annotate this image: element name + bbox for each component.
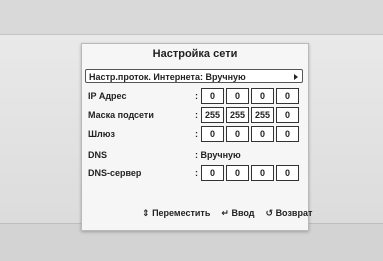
colon: : [195, 168, 198, 178]
colon: : [195, 129, 198, 139]
enter-hint: Ввод [231, 208, 255, 218]
dns-octet-4[interactable]: 0 [276, 165, 299, 181]
dialog-title: Настройка сети [152, 48, 238, 60]
subnet-mask-row: Маска подсети : 255 255 255 0 [88, 107, 303, 123]
return-hint: Возврат [275, 208, 313, 218]
ip-address-label: IP Адрес [88, 91, 127, 101]
colon: : [195, 91, 198, 101]
protocol-select[interactable]: Настр.проток. Интернета: Вручную [85, 69, 303, 83]
subnet-mask-label: Маска подсети [88, 110, 154, 120]
top-band [0, 0, 383, 35]
move-hint: Переместить [152, 208, 211, 218]
dns-octet-1[interactable]: 0 [201, 165, 224, 181]
return-icon: ↺ [265, 208, 274, 218]
enter-icon: ↵ [221, 208, 229, 218]
colon: : [195, 110, 198, 120]
gateway-octet-3[interactable]: 0 [251, 126, 274, 142]
gateway-octet-2[interactable]: 0 [226, 126, 249, 142]
ip-octet-2[interactable]: 0 [226, 88, 249, 104]
ip-address-row: IP Адрес : 0 0 0 0 [88, 88, 303, 104]
mask-octet-2[interactable]: 255 [226, 107, 249, 123]
footer-hints: ⇕ Переместить ↵ Ввод ↺ Возврат [142, 208, 312, 219]
ip-octet-3[interactable]: 0 [251, 88, 274, 104]
mask-octet-4[interactable]: 0 [276, 107, 299, 123]
mask-octet-3[interactable]: 255 [251, 107, 274, 123]
gateway-label: Шлюз [88, 129, 115, 139]
ip-octet-4[interactable]: 0 [276, 88, 299, 104]
dns-value: : Вручную [195, 150, 241, 160]
gateway-octet-1[interactable]: 0 [201, 126, 224, 142]
network-settings-dialog: Настройка сети Настр.проток. Интернета: … [81, 43, 312, 231]
dns-server-label: DNS-сервер [88, 168, 142, 178]
protocol-label: Настр.проток. Интернета: Вручную [89, 72, 246, 82]
ip-octet-1[interactable]: 0 [201, 88, 224, 104]
gateway-octet-4[interactable]: 0 [276, 126, 299, 142]
dns-octet-2[interactable]: 0 [226, 165, 249, 181]
gateway-row: Шлюз : 0 0 0 0 [88, 126, 303, 142]
arrow-right-icon [294, 74, 298, 80]
dns-octet-3[interactable]: 0 [251, 165, 274, 181]
dns-row[interactable]: DNS : Вручную [88, 147, 303, 163]
updown-arrows-icon: ⇕ [142, 208, 150, 218]
mask-octet-1[interactable]: 255 [201, 107, 224, 123]
dns-label: DNS [88, 150, 108, 160]
dns-server-row: DNS-сервер : 0 0 0 0 [88, 165, 303, 181]
